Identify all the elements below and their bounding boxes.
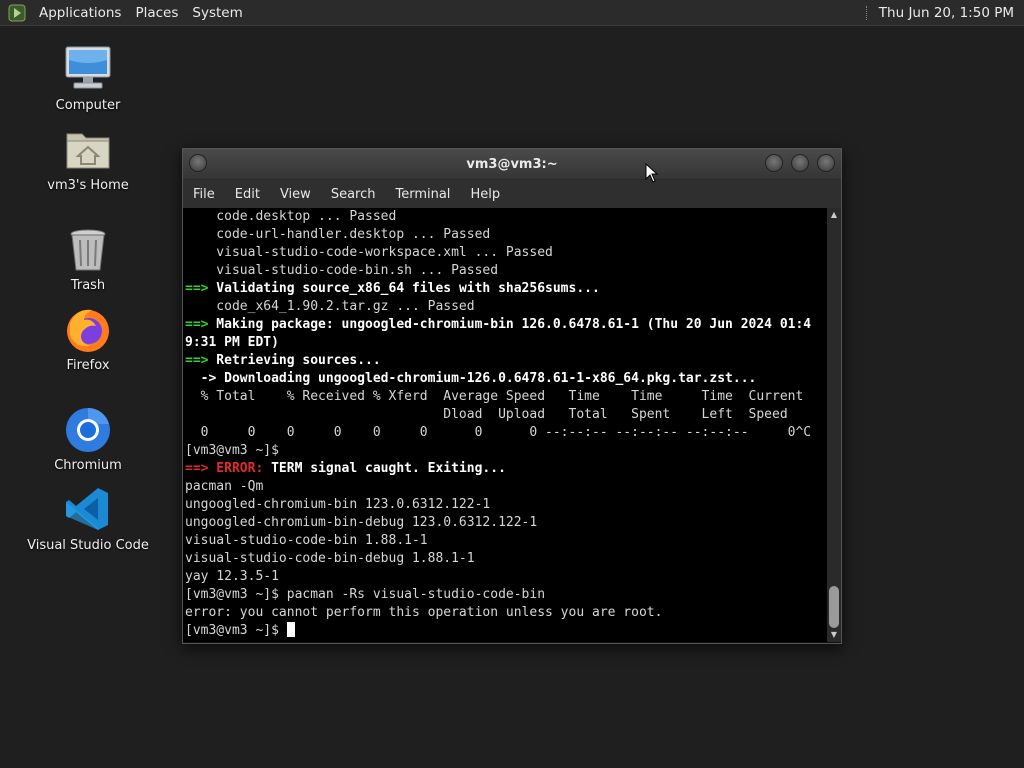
terminal-line: ==> Validating source_x86_64 files with … [185,281,600,296]
terminal-line: visual-studio-code-bin.sh ... Passed [185,263,499,278]
desktop-icon-label: Trash [70,278,106,293]
scroll-down-arrow-icon[interactable]: ▼ [827,628,841,642]
terminal-output[interactable]: code.desktop ... Passed code-url-handler… [183,208,827,642]
terminal-line: [vm3@vm3 ~]$ pacman -Rs visual-studio-co… [185,587,546,602]
menu-bar: File Edit View Search Terminal Help [183,180,841,208]
menu-edit[interactable]: Edit [225,187,270,202]
terminal-text: code.desktop ... Passed code-url-handler… [183,208,827,640]
places-menu[interactable]: Places [128,5,185,21]
clock[interactable]: Thu Jun 20, 1:50 PM [879,5,1024,21]
terminal-line: -> Downloading ungoogled-chromium-126.0.… [185,371,757,386]
desktop-icon-label: Chromium [54,458,122,473]
firefox-icon [62,304,114,354]
panel-handle[interactable] [865,5,869,20]
terminal-line: 9:31 PM EDT) [185,335,279,350]
terminal-line: visual-studio-code-workspace.xml ... Pas… [185,245,553,260]
minimize-button[interactable] [765,154,783,172]
maximize-button[interactable] [791,154,809,172]
computer-icon [62,44,114,94]
terminal-window[interactable]: vm3@vm3:~ File Edit View Search Terminal… [182,148,842,644]
desktop-icon-label: Firefox [66,358,110,373]
terminal-line: ungoogled-chromium-bin 123.0.6312.122-1 [185,497,491,512]
terminal-line: ==> Making package: ungoogled-chromium-b… [185,317,812,332]
terminal-line: yay 12.3.5-1 [185,569,279,584]
text-cursor [286,622,295,637]
terminal-line: code.desktop ... Passed [185,209,397,224]
desktop-icon-label: Computer [55,98,121,113]
terminal-line: pacman -Qm [185,479,264,494]
window-title: vm3@vm3:~ [466,157,558,172]
terminal-line: % Total % Received % Xferd Average Speed… [185,389,804,404]
terminal-line: ==> ERROR: TERM signal caught. Exiting..… [185,461,506,476]
menu-file[interactable]: File [183,187,225,202]
menu-search[interactable]: Search [321,187,386,202]
desktop-icon-vscode[interactable]: Visual Studio Code [23,484,153,553]
vscode-icon [62,484,114,534]
trash-icon [62,224,114,274]
close-button[interactable] [817,154,835,172]
desktop-icon-computer[interactable]: Computer [23,44,153,113]
home-folder-icon [62,124,114,174]
gentoo-menu-icon[interactable] [8,4,26,22]
vertical-scrollbar[interactable]: ▲ ▼ [827,208,841,642]
terminal-line: ungoogled-chromium-bin-debug 123.0.6312.… [185,515,538,530]
mouse-pointer-icon [645,163,659,183]
terminal-line: visual-studio-code-bin 1.88.1-1 [185,533,428,548]
terminal-line: visual-studio-code-bin-debug 1.88.1-1 [185,551,475,566]
desktop-icon-label: vm3's Home [47,178,129,193]
desktop-icon-chromium[interactable]: Chromium [23,404,153,473]
scroll-up-arrow-icon[interactable]: ▲ [827,208,841,222]
top-panel: Applications Places System Thu Jun 20, 1… [0,0,1024,26]
applications-menu[interactable]: Applications [32,5,128,21]
menu-view[interactable]: View [270,187,321,202]
terminal-line: [vm3@vm3 ~]$ [185,443,279,458]
desktop-icon-home[interactable]: vm3's Home [23,124,153,193]
scrollbar-thumb[interactable] [829,586,839,628]
terminal-line: error: you cannot perform this operation… [185,605,663,620]
title-bar[interactable]: vm3@vm3:~ [183,149,841,180]
desktop-icon-label: Visual Studio Code [27,538,149,553]
terminal-line: code-url-handler.desktop ... Passed [185,227,491,242]
terminal-line: ==> Retrieving sources... [185,353,381,368]
terminal-line: [vm3@vm3 ~]$ [185,622,827,640]
desktop-icon-trash[interactable]: Trash [23,224,153,293]
system-menu[interactable]: System [185,5,249,21]
desktop-icon-firefox[interactable]: Firefox [23,304,153,373]
chromium-icon [62,404,114,454]
menu-terminal[interactable]: Terminal [385,187,460,202]
terminal-line: Dload Upload Total Spent Left Speed [185,407,788,422]
terminal-line: 0 0 0 0 0 0 0 0 --:--:-- --:--:-- --:--:… [185,425,812,440]
menu-help[interactable]: Help [460,187,510,202]
terminal-line: code_x64_1.90.2.tar.gz ... Passed [185,299,475,314]
